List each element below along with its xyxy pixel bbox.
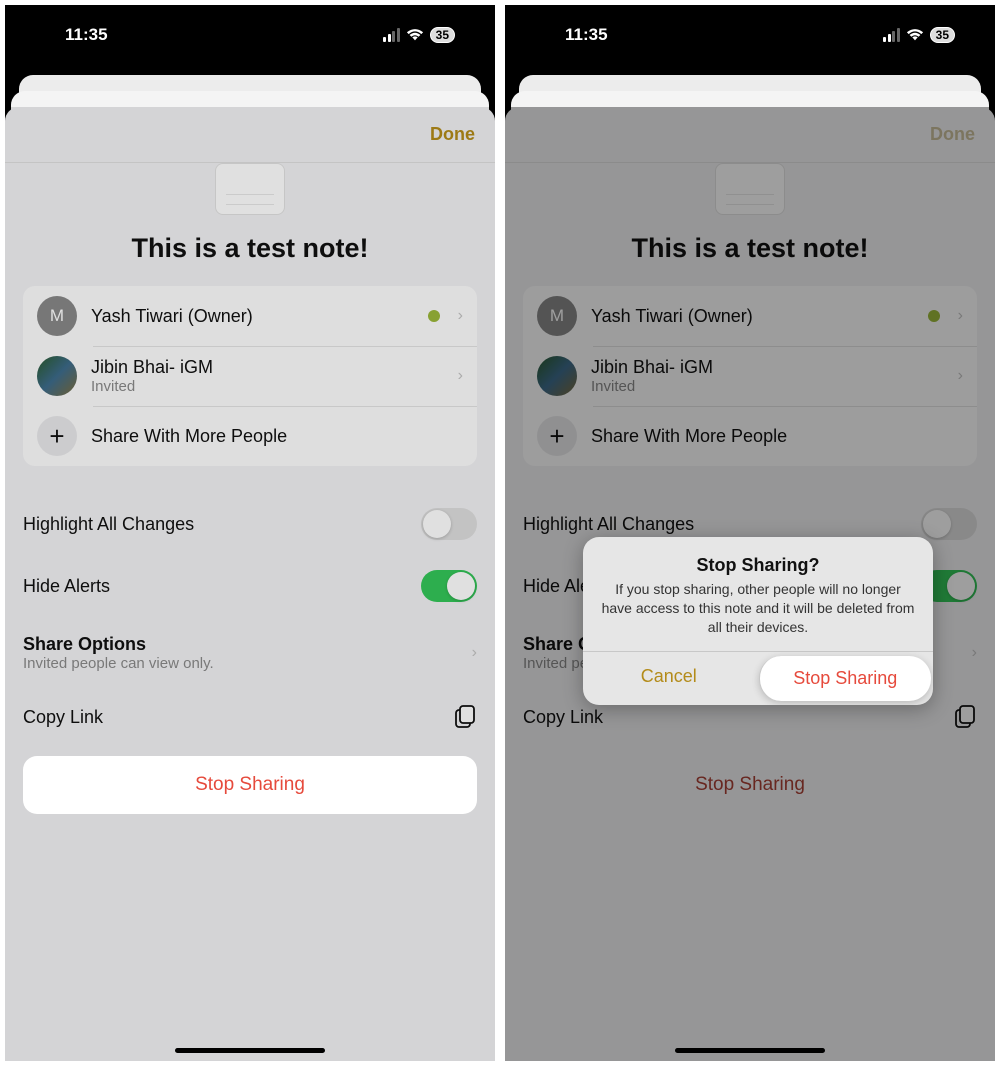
share-sheet: Done This is a test note! M Yash Tiwari … [505,107,995,1061]
copy-link-row[interactable]: Copy Link [23,700,477,756]
share-sheet: Done This is a test note! M Yash Tiwari … [5,107,495,1061]
phone-left: 11:35 35 Done This is a test note! M Yas… [5,5,495,1061]
status-bar: 11:35 35 [5,5,495,65]
sheet-stack: Done This is a test note! M Yash Tiwari … [505,75,995,1061]
person-name: Jibin Bhai- iGM [91,357,444,378]
person-invited-row[interactable]: Jibin Bhai- iGM Invited › [23,346,477,406]
status-time: 11:35 [565,25,608,45]
alert-message: If you stop sharing, other people will n… [599,580,917,637]
battery-indicator: 35 [930,27,955,43]
plus-icon: + [37,416,77,456]
presence-dot-icon [428,310,440,322]
people-group: M Yash Tiwari (Owner) › Jibin Bhai- iGM … [23,286,477,466]
status-time: 11:35 [65,25,108,45]
share-more-row[interactable]: + Share With More People [23,406,477,466]
highlight-changes-row: Highlight All Changes [23,500,477,562]
share-options-title: Share Options [23,634,214,655]
chevron-right-icon: › [458,307,463,325]
phone-right: 11:35 35 Done This is a test note! M Yas… [505,5,995,1061]
copy-link-label: Copy Link [23,707,103,728]
avatar-photo [37,356,77,396]
stop-sharing-alert: Stop Sharing? If you stop sharing, other… [583,537,933,705]
status-icons: 35 [383,27,455,43]
done-button[interactable]: Done [430,124,475,145]
home-indicator [675,1048,825,1053]
copy-icon [453,704,477,730]
hide-alerts-row: Hide Alerts [23,562,477,624]
share-options-sub: Invited people can view only. [23,655,214,672]
cellular-signal-icon [383,28,400,42]
person-owner-row[interactable]: M Yash Tiwari (Owner) › [23,286,477,346]
hide-alerts-toggle[interactable] [421,570,477,602]
sheet-header: Done [5,107,495,163]
person-status: Invited [91,378,444,395]
share-options-row[interactable]: Share Options Invited people can view on… [23,624,477,700]
wifi-icon [406,28,424,42]
chevron-right-icon: › [458,367,463,385]
status-bar: 11:35 35 [505,5,995,65]
sheet-stack: Done This is a test note! M Yash Tiwari … [5,75,495,1061]
sheet-body: This is a test note! M Yash Tiwari (Owne… [5,163,495,1061]
stop-sharing-button[interactable]: Stop Sharing [23,756,477,814]
highlight-changes-label: Highlight All Changes [23,514,194,535]
battery-indicator: 35 [430,27,455,43]
share-more-label: Share With More People [91,426,463,447]
highlight-changes-toggle[interactable] [421,508,477,540]
alert-cancel-button[interactable]: Cancel [583,652,755,705]
wifi-icon [906,28,924,42]
cellular-signal-icon [883,28,900,42]
home-indicator [175,1048,325,1053]
note-icon [215,163,285,215]
hide-alerts-label: Hide Alerts [23,576,110,597]
person-name: Yash Tiwari (Owner) [91,306,414,327]
note-title: This is a test note! [23,233,477,264]
alert-title: Stop Sharing? [599,555,917,576]
chevron-right-icon: › [472,644,477,662]
avatar-initial: M [37,296,77,336]
status-icons: 35 [883,27,955,43]
alert-confirm-button[interactable]: Stop Sharing [759,656,932,701]
